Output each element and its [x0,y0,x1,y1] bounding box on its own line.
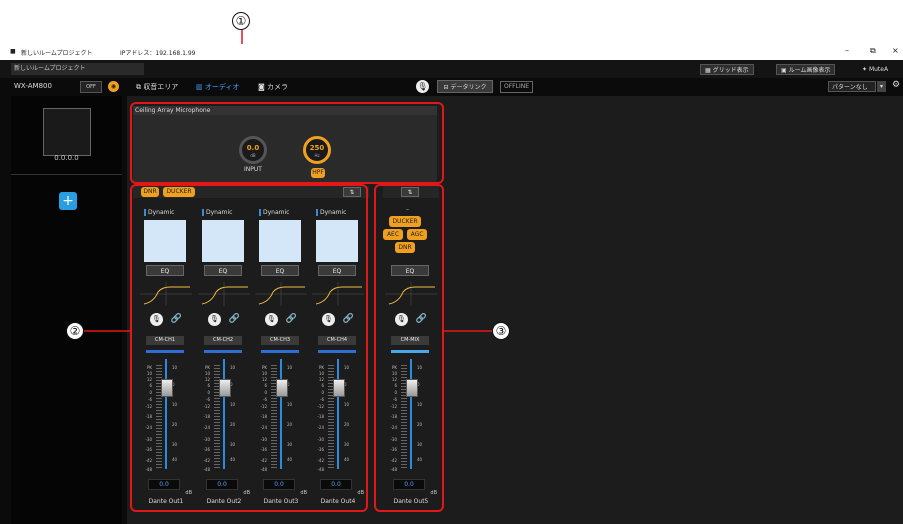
audio-icon: ▥ [196,83,205,91]
tab-pickup-area[interactable]: ⧉ 収音エリア [136,82,178,92]
data-link-label: データリンク [450,84,487,91]
device-address: 0.0.0.0 [54,154,79,162]
chevron-down-icon[interactable]: ▾ [877,81,886,92]
highlight-frame-3 [374,184,444,512]
callout-2: ② [66,322,84,340]
app-window: ■ 新しいルームプロジェクト IPアドレス：192.168.1.99 – ⧉ ×… [0,44,903,524]
project-bar: 新しいルームプロジェクト ▦ グリッド表示 ▣ ルーム画像表示 ✦ MuteA [0,60,903,78]
highlight-frame-2 [130,184,368,512]
grid-label: グリッド表示 [712,67,749,74]
tab-bar: WX-AM800 OFF ◉ ⧉ 収音エリア ▥ オーディオ ◙ カメラ 🎙 ⊟… [0,78,903,96]
image-icon: ▣ [781,67,789,74]
app-title: 新しいルームプロジェクト [21,50,93,57]
tab-pickup-label: 収音エリア [143,83,179,91]
tab-audio-label: オーディオ [204,83,240,91]
camera-icon: ◙ [258,83,268,91]
mute-all-button[interactable]: ✦ MuteA [858,64,892,75]
grid-icon: ▦ [705,67,713,74]
room-image-toggle[interactable]: ▣ ルーム画像表示 [776,64,836,75]
callout-1: ① [232,12,250,30]
app-logo-icon: ■ [10,48,16,55]
device-name: WX-AM800 [14,82,52,90]
callout-3-leader [444,330,492,332]
eye-icon[interactable]: ◉ [108,81,119,92]
title-bar: ■ 新しいルームプロジェクト IPアドレス：192.168.1.99 – ⧉ × [0,44,903,60]
project-name-field[interactable]: 新しいルームプロジェクト [11,63,144,75]
tab-audio[interactable]: ▥ オーディオ [196,82,239,92]
add-device-button[interactable]: + [59,192,77,210]
microphone-icon[interactable]: 🎙 [416,80,429,93]
divider [11,174,122,175]
maximize-button[interactable]: ⧉ [870,46,876,56]
minimize-button[interactable]: – [845,46,849,55]
room-image-label: ルーム画像表示 [788,67,831,74]
highlight-frame-1 [130,102,444,184]
tab-camera[interactable]: ◙ カメラ [258,82,288,92]
mute-label: MuteA [868,66,889,73]
grid-toggle[interactable]: ▦ グリッド表示 [700,64,754,75]
ip-address: IPアドレス：192.168.1.99 [120,50,196,57]
device-thumbnail[interactable] [43,108,91,156]
device-power-toggle[interactable]: OFF [80,81,102,93]
tab-camera-label: カメラ [267,83,289,91]
callout-3: ③ [492,322,510,340]
mute-icon: ✦ [862,66,869,73]
offline-status: OFFLINE [500,81,534,93]
data-link-button[interactable]: ⊟ データリンク [437,80,493,93]
device-panel: 0.0.0.0 + [11,96,122,524]
callout-2-leader [84,330,132,332]
pattern-select[interactable]: パターンなし [828,81,876,92]
close-button[interactable]: × [892,46,899,55]
gear-icon[interactable]: ⚙ [892,80,900,90]
